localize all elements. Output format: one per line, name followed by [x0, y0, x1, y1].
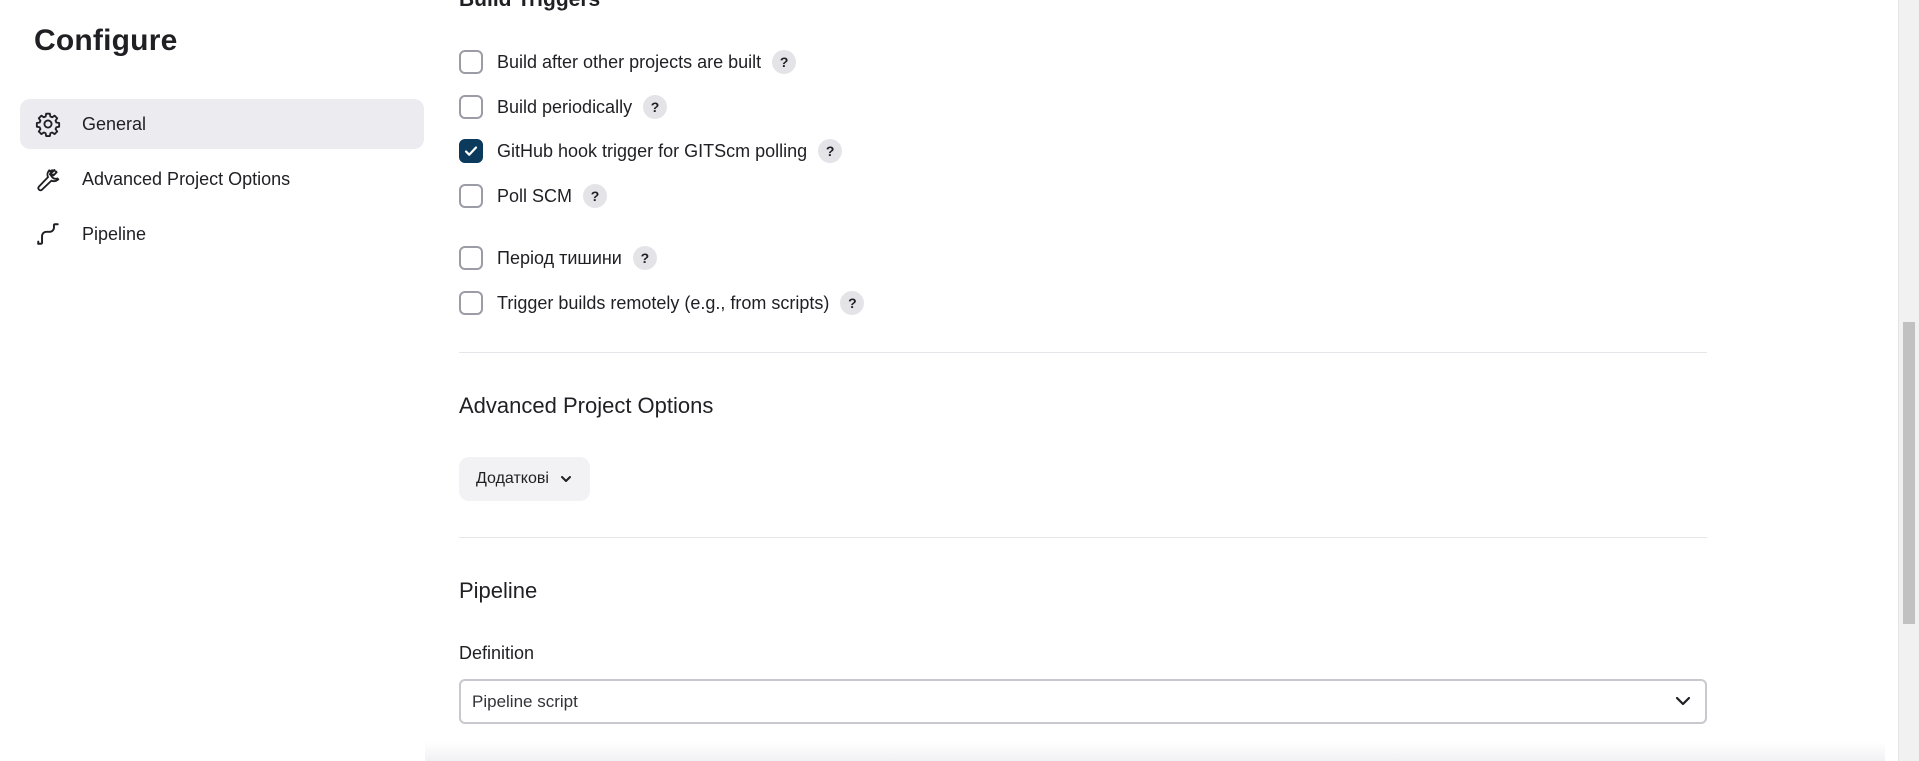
- trigger-label[interactable]: Trigger builds remotely (e.g., from scri…: [497, 293, 829, 314]
- help-icon[interactable]: ?: [818, 139, 843, 163]
- sidebar-item-advanced-project-options[interactable]: Advanced Project Options: [20, 154, 424, 204]
- chevron-down-icon: [559, 472, 573, 486]
- pipeline-title: Pipeline: [459, 578, 538, 603]
- sidebar-item-pipeline[interactable]: Pipeline: [20, 209, 424, 259]
- advanced-options-button-label: Додаткові: [476, 470, 549, 487]
- help-icon[interactable]: ?: [643, 95, 668, 119]
- trigger-github-hook: GitHub hook trigger for GITScm polling ?: [459, 136, 843, 166]
- poll-scm-checkbox[interactable]: [459, 184, 483, 208]
- trigger-label[interactable]: GitHub hook trigger for GITScm polling: [497, 141, 807, 162]
- trigger-builds-remotely-checkbox[interactable]: [459, 291, 483, 315]
- section-divider: [459, 537, 1707, 538]
- build-triggers-title: Build Triggers: [459, 0, 600, 12]
- sidebar-item-label: Advanced Project Options: [82, 168, 291, 189]
- advanced-options-button[interactable]: Додаткові: [459, 457, 590, 501]
- help-icon[interactable]: ?: [840, 291, 865, 315]
- definition-select[interactable]: Pipeline script: [459, 679, 1707, 724]
- page-scrollbar[interactable]: [1898, 0, 1919, 761]
- sidebar: Configure General Advanced Project Optio…: [0, 0, 440, 761]
- checkmark-icon: [464, 146, 478, 156]
- trigger-quiet-period: Період тишини ?: [459, 243, 657, 273]
- main-content: Build Triggers Build after other project…: [459, 0, 1707, 761]
- section-divider: [459, 352, 1707, 353]
- trigger-build-after-other-projects: Build after other projects are built ?: [459, 47, 797, 77]
- chevron-down-icon: [1673, 691, 1693, 716]
- pipeline-icon: [34, 220, 62, 248]
- trigger-label[interactable]: Build periodically: [497, 97, 632, 118]
- trigger-build-periodically: Build periodically ?: [459, 92, 668, 122]
- build-periodically-checkbox[interactable]: [459, 95, 483, 119]
- trigger-poll-scm: Poll SCM ?: [459, 181, 608, 211]
- page-title: Configure: [34, 24, 178, 57]
- quiet-period-checkbox[interactable]: [459, 246, 483, 270]
- advanced-project-options-title: Advanced Project Options: [459, 393, 714, 418]
- definition-select-value: Pipeline script: [472, 691, 578, 711]
- gear-icon: [34, 110, 62, 138]
- trigger-label[interactable]: Build after other projects are built: [497, 52, 761, 73]
- help-icon[interactable]: ?: [583, 184, 608, 208]
- sidebar-item-general[interactable]: General: [20, 99, 424, 149]
- wrench-icon: [34, 165, 62, 193]
- help-icon[interactable]: ?: [772, 50, 797, 74]
- definition-label: Definition: [459, 643, 535, 663]
- trigger-label[interactable]: Період тишини: [497, 248, 622, 269]
- sidebar-nav: General Advanced Project Options Pipelin…: [20, 99, 424, 264]
- sticky-footer-shadow: [425, 742, 1885, 761]
- sidebar-item-label: Pipeline: [82, 223, 147, 244]
- build-after-other-projects-checkbox[interactable]: [459, 50, 483, 74]
- trigger-builds-remotely: Trigger builds remotely (e.g., from scri…: [459, 288, 865, 318]
- github-hook-checkbox[interactable]: [459, 139, 483, 163]
- trigger-label[interactable]: Poll SCM: [497, 186, 572, 207]
- sidebar-item-label: General: [82, 113, 147, 134]
- scrollbar-thumb[interactable]: [1903, 322, 1915, 624]
- help-icon[interactable]: ?: [632, 246, 657, 270]
